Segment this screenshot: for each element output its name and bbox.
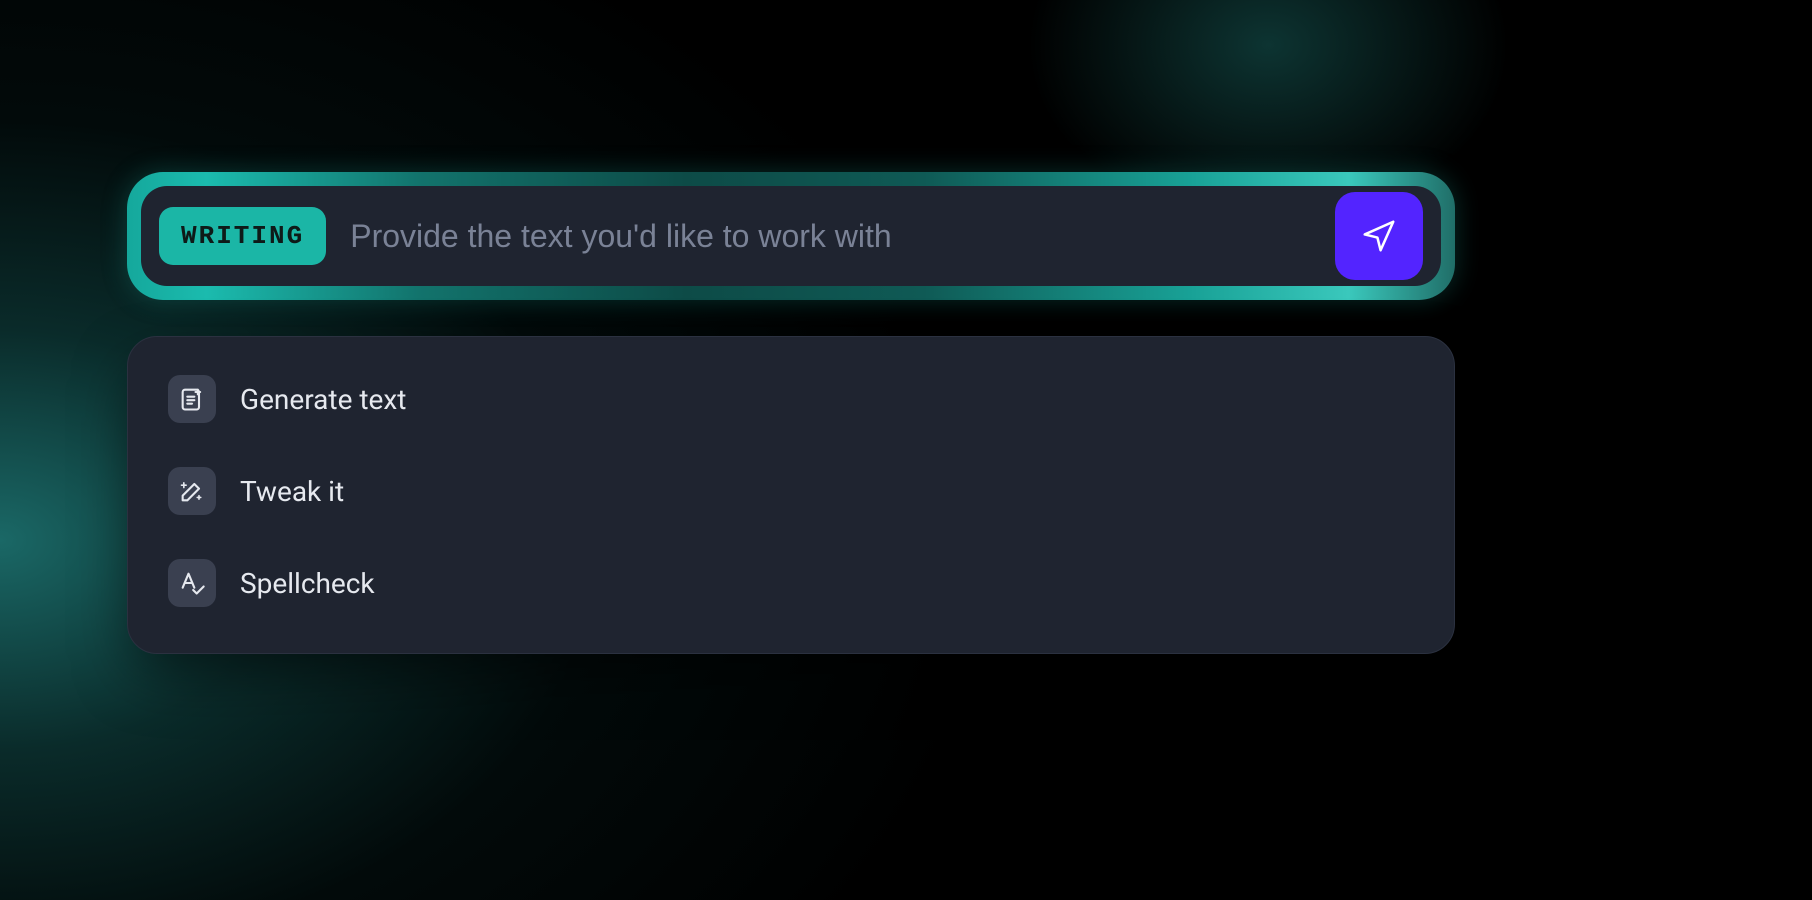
suggestion-spellcheck[interactable]: Spellcheck	[168, 559, 375, 607]
spellcheck-icon	[168, 559, 216, 607]
document-plus-icon	[168, 375, 216, 423]
prompt-input[interactable]	[350, 218, 1311, 255]
suggestions-panel: Generate text Tweak it Spellcheck	[127, 336, 1455, 654]
mode-badge: WRITING	[159, 207, 326, 265]
prompt-bar: WRITING	[141, 186, 1441, 286]
suggestion-label: Spellcheck	[240, 567, 375, 600]
suggestion-label: Tweak it	[240, 475, 344, 508]
magic-wand-icon	[168, 467, 216, 515]
prompt-bar-frame: WRITING	[127, 172, 1455, 300]
suggestion-tweak-it[interactable]: Tweak it	[168, 467, 344, 515]
suggestion-label: Generate text	[240, 383, 406, 416]
suggestion-generate-text[interactable]: Generate text	[168, 375, 406, 423]
send-icon	[1360, 217, 1398, 255]
send-button[interactable]	[1335, 192, 1423, 280]
